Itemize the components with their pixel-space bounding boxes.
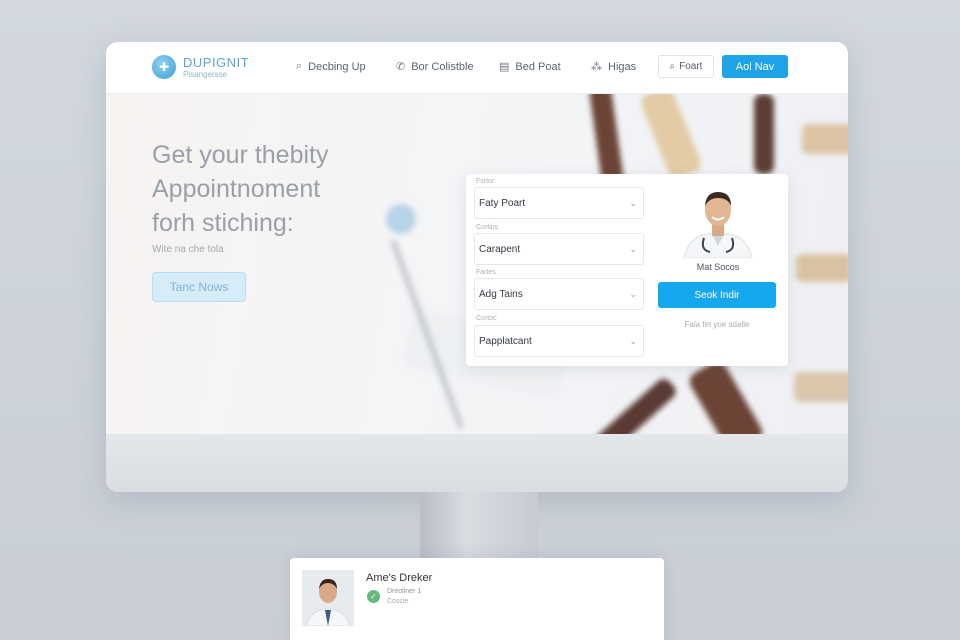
field-label: Cortoc [476,315,497,322]
decor-shape [575,375,679,434]
booking-note: Fala fet yoe sdalle [684,320,750,329]
monitor-stand [420,492,538,558]
chevron-down-icon: ⌄ [629,198,637,208]
select-value: Faty Poart [479,197,526,209]
select-value: Papplatcant [479,335,532,347]
logo-mark-icon: ✚ [152,55,176,79]
logo-name: DUPIGNIT [183,54,250,70]
select-field-3[interactable]: Adg Tains ⌄ [474,278,644,310]
nav-item-2[interactable]: ✆ Bor Colistble [396,60,474,74]
doctor-avatar [670,182,766,258]
monitor-frame: ✚ DUPIGNIT Pisangersse ⌕ Decbing Up ✆ Bo… [106,42,848,492]
logo[interactable]: ✚ DUPIGNIT Pisangersse [152,55,249,79]
logo-tagline: Pisangersse [183,69,228,79]
nav-item-label: Higas [608,60,637,73]
select-value: Adg Tains [479,288,523,300]
hero-section: Get your thebity Appointnoment forh stic… [106,94,848,434]
notification-card[interactable]: Ame's Dreker ✓ Dreoliner 1 Coscle [290,558,664,640]
phone-icon: ✆ [396,61,406,73]
decor-shape [686,358,766,434]
notification-avatar [302,570,354,626]
select-field-4[interactable]: Papplatcant ⌄ [474,325,644,357]
hero-title-line: Appointnoment [152,175,321,203]
field-label: Fsrtor [476,178,495,185]
monitor-chin [106,434,848,492]
nav-item-1[interactable]: ⌕ Decbing Up [296,60,366,73]
find-button[interactable]: ⌕ Foart [658,55,714,78]
search-icon: ⌕ [296,60,303,72]
notification-line: Dreoliner 1 [387,588,422,595]
browser-screen: ✚ DUPIGNIT Pisangersse ⌕ Decbing Up ✆ Bo… [106,42,848,434]
chevron-down-icon: ⌄ [629,244,637,254]
decor-shape [796,254,848,282]
select-value: Carapent [479,243,521,255]
field-label: Fartes [476,269,496,276]
hero-title: Get your thebity Appointnoment forh stic… [152,138,412,240]
nav-item-3[interactable]: ▤ Bed Poat [499,60,561,74]
book-button[interactable]: Seok Indir [658,282,776,308]
decor-shape [802,124,848,154]
add-new-button[interactable]: Aol Nav [722,55,788,78]
check-icon: ✓ [367,590,380,603]
hero-subtitle: Wite na che tola [152,244,224,255]
field-label: Cortins [476,224,499,231]
calendar-icon: ▤ [499,61,510,73]
nav-item-label: Decbing Up [308,60,366,73]
notification-line: Coscle [387,598,409,605]
doctor-name: Mat Socos [696,262,740,272]
hero-cta-button[interactable]: Tanc Nows [152,272,246,302]
find-button-label: Foart [679,61,703,72]
nav-item-label: Bor Colistble [411,60,474,73]
decor-shape [754,94,774,174]
search-icon: ⌕ [669,61,676,72]
hero-title-line: forh stiching: [152,209,294,237]
notification-title: Ame's Dreker [366,572,433,584]
hero-title-line: Get your thebity [152,141,329,169]
decor-shape [794,372,848,402]
top-navigation: ✚ DUPIGNIT Pisangersse ⌕ Decbing Up ✆ Bo… [106,42,848,94]
network-icon: ⁂ [591,61,602,73]
booking-card: Fsrtor Faty Poart ⌄ Cortins Carapent ⌄ F… [466,174,788,366]
chevron-down-icon: ⌄ [629,336,637,346]
chevron-down-icon: ⌄ [629,289,637,299]
select-field-2[interactable]: Carapent ⌄ [474,233,644,265]
nav-item-label: Bed Poat [515,60,561,73]
decor-shape [638,94,704,182]
nav-item-4[interactable]: ⁂ Higas [591,60,637,74]
select-field-1[interactable]: Faty Poart ⌄ [474,187,644,219]
